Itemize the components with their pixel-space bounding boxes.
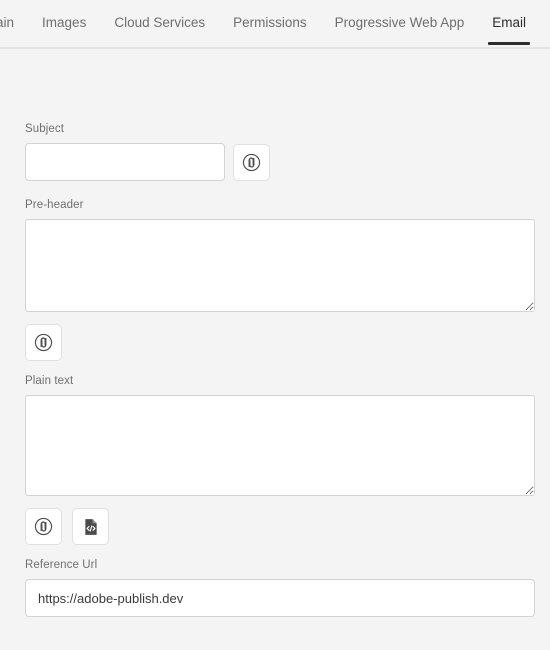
plain-text-source-code-button[interactable]	[72, 508, 109, 545]
preheader-personalize-button[interactable]	[25, 324, 62, 361]
subject-field-group: Subject	[0, 123, 550, 135]
tab-images[interactable]: Images	[28, 0, 100, 45]
tab-bar: Main Images Cloud Services Permissions P…	[0, 0, 550, 49]
preheader-field-group: Pre-header	[0, 199, 550, 312]
preheader-textarea[interactable]	[25, 219, 535, 312]
plain-text-label: Plain text	[25, 375, 74, 387]
tab-cloud-services[interactable]: Cloud Services	[100, 0, 219, 45]
email-settings-form: Subject Pre-header Plain text Reference …	[0, 49, 550, 617]
plain-text-personalize-button[interactable]	[25, 508, 62, 545]
personalization-token-icon	[241, 152, 262, 173]
personalization-token-icon	[33, 332, 54, 353]
subject-input-row	[0, 143, 550, 181]
plain-text-field-group: Plain text	[0, 375, 550, 496]
tab-main[interactable]: Main	[0, 0, 28, 45]
subject-label: Subject	[25, 123, 65, 135]
subject-input[interactable]	[25, 143, 225, 181]
plain-text-textarea[interactable]	[25, 395, 535, 496]
tab-email[interactable]: Email	[478, 0, 540, 45]
preheader-label: Pre-header	[25, 199, 84, 211]
code-document-icon	[81, 517, 101, 537]
reference-url-input[interactable]	[25, 579, 535, 617]
tab-permissions[interactable]: Permissions	[219, 0, 321, 45]
preheader-button-row	[0, 324, 550, 361]
reference-url-label: Reference Url	[25, 559, 98, 571]
plain-text-button-row	[0, 508, 550, 545]
reference-url-field-group: Reference Url	[0, 559, 550, 617]
tab-progressive-web-app[interactable]: Progressive Web App	[321, 0, 479, 45]
personalization-token-icon	[33, 516, 54, 537]
subject-personalize-button[interactable]	[233, 143, 270, 181]
